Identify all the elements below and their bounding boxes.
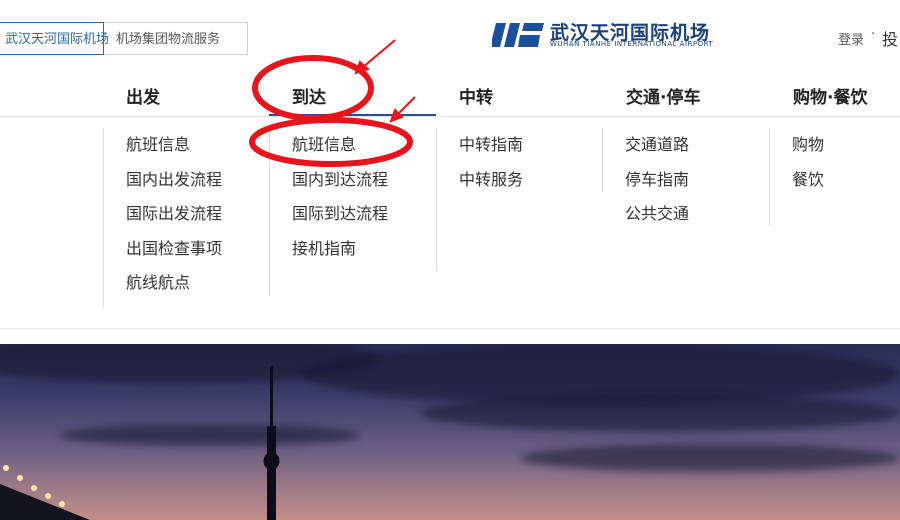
menu-column-shopping: 购物 餐饮 [769,128,824,226]
menu-link-dining[interactable]: 餐饮 [770,163,824,198]
nav-item-transfer[interactable]: 中转 [459,83,493,108]
nav-item-departure[interactable]: 出发 [126,83,160,108]
menu-link-exit-inspection[interactable]: 出国检查事项 [104,232,222,267]
menu-link-parking-guide[interactable]: 停车指南 [603,163,689,198]
nav-item-traffic-parking[interactable]: 交通·停车 [626,83,700,108]
menu-link-roads[interactable]: 交通道路 [603,128,689,163]
menu-column-spacer [270,266,388,301]
site-tab-logistics[interactable]: 机场集团物流服务 [104,22,248,55]
menu-link-domestic-departure[interactable]: 国内出发流程 [104,163,222,198]
site-tab-airport[interactable]: 武汉天河国际机场 [0,22,109,55]
nav-item-arrival[interactable]: 到达 [292,83,326,108]
menu-link-shopping[interactable]: 购物 [770,128,824,163]
menu-column-traffic: 交通道路 停车指南 公共交通 [602,128,689,223]
login-link[interactable]: 登录 [838,29,864,48]
menu-column-transfer: 中转指南 中转服务 [436,128,523,271]
menu-column-arrival: 航班信息 国内到达流程 国际到达流程 接机指南 [269,128,388,296]
tv-tower-icon [263,366,280,520]
menu-link-transfer-service[interactable]: 中转服务 [437,163,523,198]
header-separator: · [871,27,876,42]
menu-link-pickup-guide[interactable]: 接机指南 [270,232,388,267]
logo-english-name: WUHAN TIANHE INTERNATIONAL AIRPORT [550,40,714,48]
top-bar: 武汉天河国际机场 机场集团物流服务 武汉天河国际机场 WUHAN TIANHE … [0,0,900,70]
nav-item-shopping-dining[interactable]: 购物·餐饮 [793,83,867,108]
hero-banner-image [0,344,900,520]
main-nav: 出发 到达 中转 交通·停车 购物·餐饮 [0,70,900,117]
menu-link-routes[interactable]: 航线航点 [104,266,222,301]
mega-menu: 航班信息 国内出发流程 国际出发流程 出国检查事项 航线航点 航班信息 国内到达… [0,116,900,329]
menu-link-arrival-flight-info[interactable]: 航班信息 [270,128,388,163]
menu-link-transfer-guide[interactable]: 中转指南 [437,128,523,163]
menu-link-flight-info[interactable]: 航班信息 [104,128,222,163]
header-cut-link[interactable]: 投 [882,26,898,50]
menu-column-departure: 航班信息 国内出发流程 国际出发流程 出国检查事项 航线航点 [103,128,222,308]
menu-link-domestic-arrival[interactable]: 国内到达流程 [270,163,388,198]
bridge-lights-icon [0,465,90,520]
menu-link-international-departure[interactable]: 国际出发流程 [104,197,222,232]
logo-mark-icon [492,23,544,47]
menu-link-international-arrival[interactable]: 国际到达流程 [270,197,388,232]
menu-link-public-transport[interactable]: 公共交通 [603,197,689,232]
